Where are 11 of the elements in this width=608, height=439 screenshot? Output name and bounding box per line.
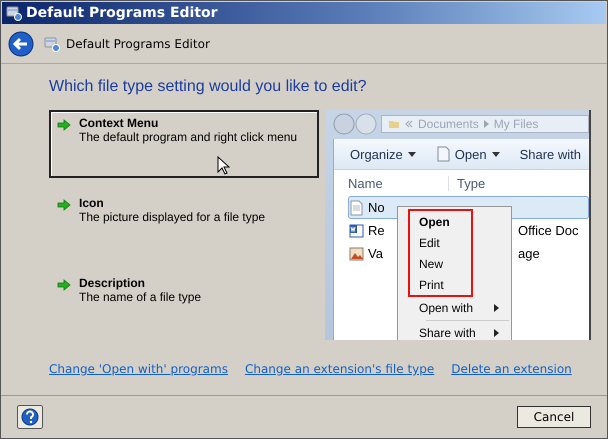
window-title: Default Programs Editor (26, 5, 218, 21)
file-type: Office Doc (518, 223, 578, 238)
breadcrumb: Default Programs Editor (66, 37, 210, 51)
option-title: Icon (79, 196, 105, 210)
option-description: The picture displayed for a file type (79, 210, 266, 224)
page-heading: Which file type setting would you like to edit? (49, 78, 368, 97)
option-title: Context Menu (79, 116, 160, 130)
option-description: The default program and right click menu (79, 130, 298, 144)
option-title: Description (79, 276, 146, 290)
option-description: The name of a file type (79, 290, 202, 304)
file-type: age (518, 246, 540, 261)
